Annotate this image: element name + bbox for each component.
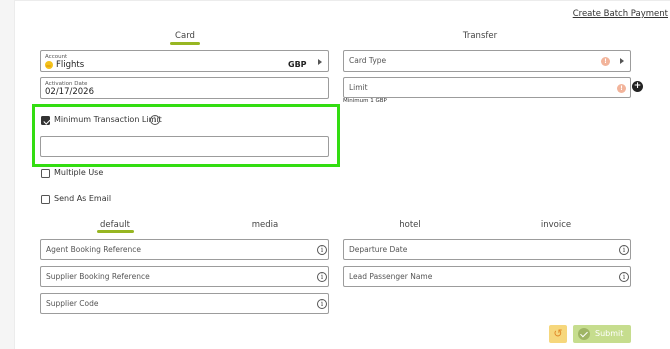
warning-icon: !: [617, 84, 626, 93]
limit-hint: Minimum 1 GBP: [343, 98, 387, 104]
supplier-code-label: Supplier Code: [46, 299, 99, 308]
submit-label: Submit: [595, 329, 624, 338]
tab-transfer[interactable]: Transfer: [405, 31, 555, 41]
info-icon[interactable]: i: [150, 115, 160, 125]
chevron-right-icon: [620, 58, 624, 64]
send-as-email-label: Send As Email: [54, 194, 112, 203]
undo-icon[interactable]: ↺: [549, 325, 567, 343]
supplier-code-field[interactable]: Supplier Code i: [40, 293, 329, 314]
tab-card-active-indicator: [170, 42, 200, 45]
subtab-invoice[interactable]: invoice: [511, 220, 601, 230]
supplier-booking-reference-label: Supplier Booking Reference: [46, 272, 150, 281]
subtab-media[interactable]: media: [220, 220, 310, 230]
agent-booking-reference-label: Agent Booking Reference: [46, 245, 141, 254]
departure-date-label: Departure Date: [349, 245, 408, 254]
card-type-placeholder: Card Type: [349, 56, 387, 65]
limit-placeholder: Limit: [349, 83, 368, 92]
departure-date-field[interactable]: Departure Date i: [343, 239, 631, 260]
subtab-default-active-indicator: [97, 230, 134, 233]
info-icon[interactable]: i: [317, 299, 327, 309]
supplier-booking-reference-field[interactable]: Supplier Booking Reference i: [40, 266, 329, 287]
tab-card[interactable]: Card: [110, 31, 260, 41]
account-currency: GBP: [288, 60, 307, 69]
account-value: Flights: [56, 60, 85, 70]
warning-icon: !: [601, 57, 610, 66]
info-icon[interactable]: i: [619, 272, 629, 282]
multiple-use-checkbox[interactable]: [41, 169, 50, 178]
min-transaction-label: Minimum Transaction Limit: [54, 115, 162, 124]
agent-booking-reference-field[interactable]: Agent Booking Reference i: [40, 239, 329, 260]
min-transaction-input[interactable]: [40, 136, 329, 157]
activation-date-value: 02/17/2026: [45, 87, 94, 97]
info-icon[interactable]: i: [619, 245, 629, 255]
lead-passenger-name-field[interactable]: Lead Passenger Name i: [343, 266, 631, 287]
min-transaction-checkbox[interactable]: [41, 116, 50, 125]
info-icon[interactable]: i: [317, 245, 327, 255]
subtab-hotel[interactable]: hotel: [365, 220, 455, 230]
multiple-use-label: Multiple Use: [54, 168, 104, 177]
check-circle-icon: [578, 328, 590, 340]
activation-date-field[interactable]: Activation Date 02/17/2026: [40, 77, 329, 99]
create-batch-payment-link[interactable]: Create Batch Payment: [573, 9, 668, 19]
info-icon[interactable]: i: [317, 272, 327, 282]
chevron-right-icon: [318, 59, 322, 65]
limit-input[interactable]: Limit !: [343, 77, 631, 98]
add-limit-button[interactable]: +: [632, 81, 643, 92]
account-select[interactable]: Account Flights GBP: [40, 50, 329, 72]
card-type-select[interactable]: Card Type !: [343, 50, 631, 72]
subtab-default[interactable]: default: [70, 220, 160, 230]
flights-coin-icon: [45, 61, 53, 69]
send-as-email-checkbox[interactable]: [41, 195, 50, 204]
lead-passenger-name-label: Lead Passenger Name: [349, 272, 433, 281]
submit-button[interactable]: Submit: [573, 325, 631, 343]
